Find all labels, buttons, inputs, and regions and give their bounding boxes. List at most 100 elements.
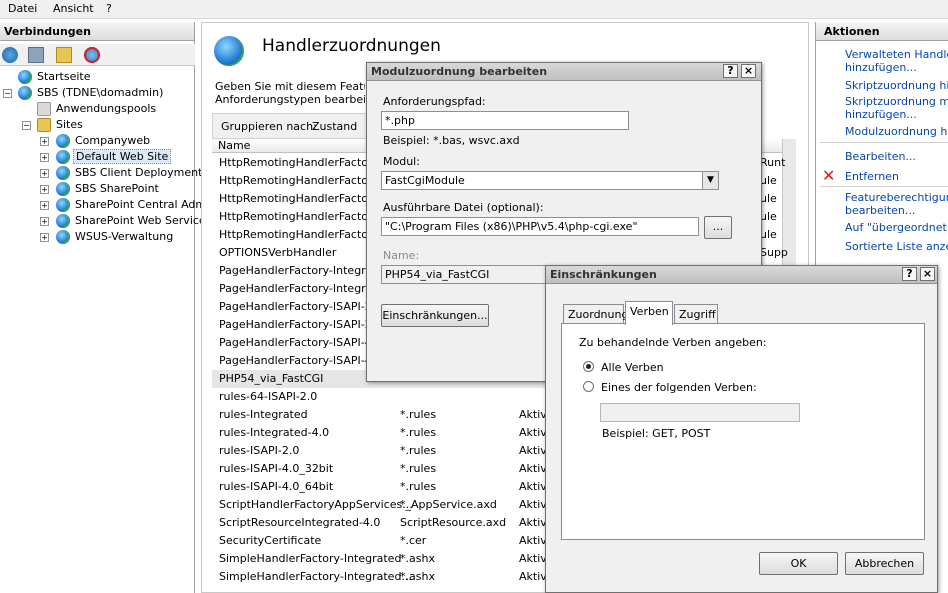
tree-item-server[interactable]: SBS (TDNE\domadmin) bbox=[18, 85, 163, 101]
executable-input[interactable]: "C:\Program Files (x86)\PHP\v5.4\php-cgi… bbox=[381, 217, 699, 236]
cell-state: Aktiv bbox=[519, 552, 547, 565]
cell-name: PageHandlerFactory-ISAPI-4.0 bbox=[219, 354, 383, 367]
up-folder-icon[interactable] bbox=[56, 47, 72, 63]
tree-item-sbs-sharepoint[interactable]: SBS SharePoint bbox=[56, 181, 159, 197]
menu-help[interactable]: ? bbox=[106, 2, 112, 15]
expand-sp-central-admin[interactable]: + bbox=[40, 201, 49, 210]
cell-name: SimpleHandlerFactory-Integrated bbox=[219, 552, 402, 565]
collapse-sites[interactable]: − bbox=[22, 121, 31, 130]
tree-item-companyweb[interactable]: Companyweb bbox=[56, 133, 150, 149]
close-button[interactable]: × bbox=[920, 267, 935, 281]
close-button[interactable]: × bbox=[741, 64, 756, 78]
menu-file[interactable]: Datei bbox=[8, 2, 37, 15]
disconnect-icon[interactable] bbox=[84, 47, 100, 63]
request-path-label: Anforderungspfad: bbox=[383, 95, 486, 108]
tree-item-start[interactable]: Startseite bbox=[18, 69, 91, 85]
tree-item-sp-central-admin[interactable]: SharePoint Central Admin bbox=[56, 197, 216, 213]
tab-mapping[interactable]: Zuordnung bbox=[563, 304, 628, 324]
tree-item-sites[interactable]: Sites bbox=[37, 117, 83, 133]
expand-companyweb[interactable]: + bbox=[40, 137, 49, 146]
start-icon bbox=[18, 70, 32, 84]
cell-name: SimpleHandlerFactory-Integrated... bbox=[219, 570, 412, 583]
browse-button[interactable]: ... bbox=[704, 216, 732, 239]
cell-name: ScriptResourceIntegrated-4.0 bbox=[219, 516, 381, 529]
expand-sp-web-services[interactable]: + bbox=[40, 217, 49, 226]
cell-name: rules-Integrated-4.0 bbox=[219, 426, 330, 439]
module-select[interactable]: FastCgiModule ▼ bbox=[381, 171, 719, 190]
specific-verbs-label: Eines der folgenden Verben: bbox=[601, 381, 757, 394]
request-path-example: Beispiel: *.bas, wsvc.axd bbox=[383, 134, 520, 147]
cell-name: rules-Integrated bbox=[219, 408, 308, 421]
site-icon bbox=[56, 230, 70, 244]
tree-item-wsus[interactable]: WSUS-Verwaltung bbox=[56, 229, 173, 245]
cell-handler-type: Supp bbox=[760, 246, 788, 259]
chevron-down-icon[interactable]: ▼ bbox=[702, 172, 718, 189]
connections-header: Verbindungen bbox=[0, 22, 194, 41]
group-by-label: Gruppieren nach: bbox=[221, 120, 317, 133]
action-revert-to-parent[interactable]: Auf "übergeordnet" zu bbox=[845, 221, 948, 234]
cell-path: *.rules bbox=[400, 462, 437, 475]
cell-name: OPTIONSVerbHandler bbox=[219, 246, 337, 259]
site-icon bbox=[56, 166, 70, 180]
cell-name: HttpRemotingHandlerFactory-s bbox=[219, 192, 389, 205]
expand-default-web-site[interactable]: + bbox=[40, 153, 49, 162]
cell-path: *.rules bbox=[400, 444, 437, 457]
action-add-wildcard-script-map[interactable]: Skriptzuordnung mit Phinzufügen... bbox=[845, 95, 948, 121]
site-icon bbox=[56, 182, 70, 196]
expand-wsus[interactable]: + bbox=[40, 233, 49, 242]
cell-name: rules-ISAPI-4.0_32bit bbox=[219, 462, 334, 475]
cell-handler-type: ule bbox=[760, 210, 777, 223]
tree-item-apppools[interactable]: Anwendungspools bbox=[37, 101, 156, 117]
save-icon[interactable] bbox=[28, 47, 44, 63]
cell-name: PageHandlerFactory-ISAPI-4.0 bbox=[219, 336, 383, 349]
tree-item-sp-web-services[interactable]: SharePoint Web Services bbox=[56, 213, 211, 229]
menu-view[interactable]: Ansicht bbox=[53, 2, 94, 15]
verbs-prompt: Zu behandelnde Verben angeben: bbox=[579, 336, 767, 349]
cell-state: Aktiv bbox=[519, 570, 547, 583]
actions-header: Aktionen bbox=[816, 22, 948, 41]
cell-handler-type: ule bbox=[760, 174, 777, 187]
action-view-ordered-list[interactable]: Sortierte Liste anzeig bbox=[845, 240, 948, 253]
expand-client-deployment[interactable]: + bbox=[40, 169, 49, 178]
action-add-script-map[interactable]: Skriptzuordnung hinzu bbox=[845, 79, 948, 92]
cell-state: Aktiv bbox=[519, 516, 547, 529]
page-description: Geben Sie mit diesem Feature RAnforderun… bbox=[215, 80, 365, 106]
cell-name: HttpRemotingHandlerFactory-s bbox=[219, 210, 389, 223]
verbs-input[interactable] bbox=[600, 403, 800, 422]
group-by-bar: Gruppieren nach: Zustand bbox=[212, 113, 382, 139]
cell-handler-type: ule bbox=[760, 192, 777, 205]
action-add-managed-handler[interactable]: Verwalteten Handler hinzufügen... bbox=[845, 48, 948, 74]
action-add-module-mapping[interactable]: Modulzuordnung hinzu bbox=[845, 125, 948, 138]
cell-name: ScriptHandlerFactoryAppServices... bbox=[219, 498, 413, 511]
action-edit-feature-permissions[interactable]: Featureberechtigungbearbeiten... bbox=[845, 191, 948, 217]
cell-name: SecurityCertificate bbox=[219, 534, 322, 547]
radio-specific-verbs[interactable] bbox=[583, 381, 594, 392]
tab-verbs[interactable]: Verben bbox=[625, 301, 673, 325]
help-button[interactable]: ? bbox=[723, 64, 738, 78]
radio-all-verbs[interactable] bbox=[583, 361, 594, 372]
expand-sbs-sharepoint[interactable]: + bbox=[40, 185, 49, 194]
menu-bar: Datei Ansicht ? bbox=[0, 0, 948, 19]
restrictions-dialog: Einschränkungen ? × Zuordnung Verben Zug… bbox=[545, 265, 938, 593]
tab-access[interactable]: Zugriff bbox=[674, 304, 718, 324]
dialog-title: Modulzuordnung bearbeiten bbox=[367, 63, 761, 81]
cell-handler-type: Runt bbox=[760, 156, 786, 169]
help-button[interactable]: ? bbox=[902, 267, 917, 281]
request-path-input[interactable]: *.php bbox=[381, 111, 629, 130]
group-by-select[interactable]: Zustand bbox=[312, 120, 357, 133]
action-edit[interactable]: Bearbeiten... bbox=[845, 150, 916, 163]
cell-path: *.ashx bbox=[400, 570, 435, 583]
action-remove[interactable]: Entfernen bbox=[845, 170, 899, 183]
site-icon bbox=[56, 150, 70, 164]
tree-item-default-web-site[interactable]: Default Web Site bbox=[56, 149, 172, 165]
cancel-button[interactable]: Abbrechen bbox=[845, 552, 924, 575]
tree-item-client-deployment[interactable]: SBS Client Deployment Ap bbox=[56, 165, 220, 181]
cell-state: Aktiv bbox=[519, 498, 547, 511]
connect-icon[interactable] bbox=[2, 47, 18, 63]
cell-state: Aktiv bbox=[519, 462, 547, 475]
restrictions-button[interactable]: Einschränkungen... bbox=[381, 304, 489, 327]
cell-state: Aktiv bbox=[519, 408, 547, 421]
ok-button[interactable]: OK bbox=[759, 552, 838, 575]
cell-name: PageHandlerFactory-Integrate bbox=[219, 264, 384, 277]
collapse-server[interactable]: − bbox=[3, 89, 12, 98]
